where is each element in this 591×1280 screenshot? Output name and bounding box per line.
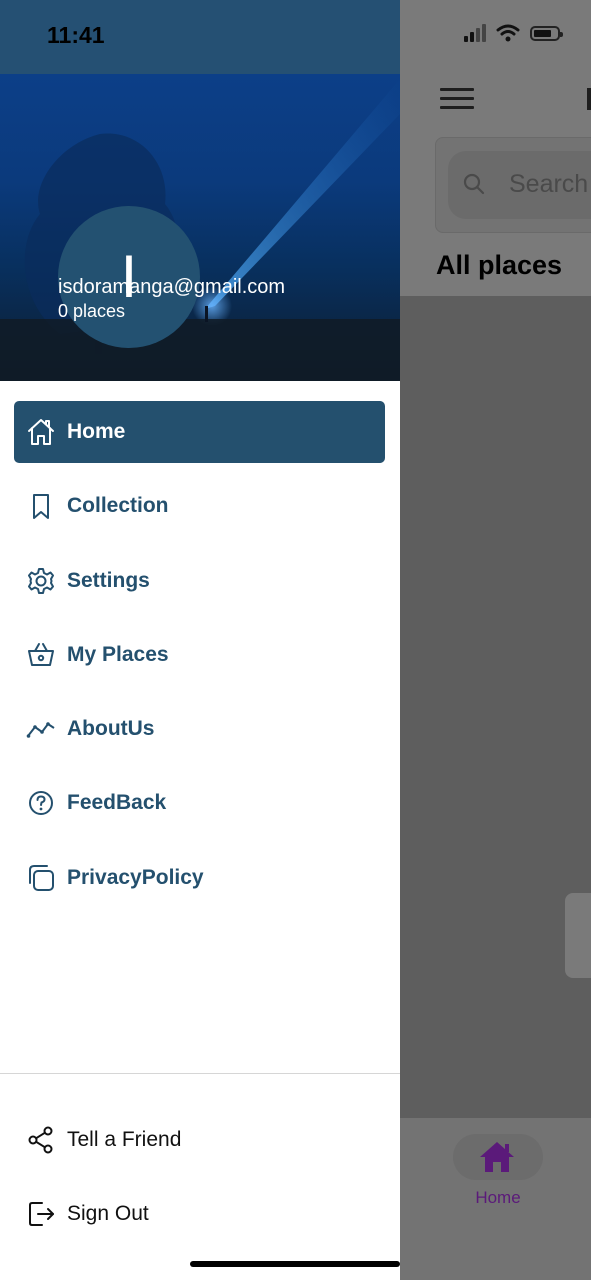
menu-item-label: PrivacyPolicy xyxy=(67,865,204,889)
status-icons xyxy=(464,24,563,42)
basket-icon xyxy=(28,642,54,666)
status-time: 11:41 xyxy=(47,22,105,48)
bookmark-icon xyxy=(33,494,49,520)
menu-item-privacy-policy[interactable]: PrivacyPolicy xyxy=(14,847,385,909)
copy-icon xyxy=(29,864,54,891)
tell-a-friend-button[interactable]: Tell a Friend xyxy=(26,1125,181,1155)
search-icon xyxy=(463,173,485,195)
wifi-icon xyxy=(496,24,520,42)
tab-home-label[interactable]: Home xyxy=(453,1188,543,1208)
menu-item-label: Collection xyxy=(67,494,169,518)
header-action-icon[interactable] xyxy=(587,88,591,110)
tell-a-friend-label: Tell a Friend xyxy=(67,1128,182,1151)
menu-item-label: My Places xyxy=(67,642,169,666)
drawer-divider xyxy=(0,1073,400,1074)
navigation-drawer: 11:41 I isdoramanga@gmail.com 0 places H… xyxy=(0,0,400,1280)
share-icon xyxy=(28,1126,53,1154)
menu-item-about-us[interactable]: AboutUs xyxy=(14,698,385,760)
menu-item-home[interactable]: Home xyxy=(14,401,385,463)
cellular-signal-icon xyxy=(464,24,486,42)
menu-item-collection[interactable]: Collection xyxy=(14,475,385,537)
floating-action-button[interactable] xyxy=(565,893,591,978)
menu-item-feedback[interactable]: FeedBack xyxy=(14,772,385,834)
trend-line-icon xyxy=(26,722,55,738)
section-title: All places xyxy=(436,250,563,280)
search-placeholder: Search xyxy=(509,170,589,198)
menu-item-settings[interactable]: Settings xyxy=(14,550,385,612)
sign-out-button[interactable]: Sign Out xyxy=(26,1199,149,1229)
user-email: isdoramanga@gmail.com xyxy=(58,276,286,298)
home-icon xyxy=(28,419,54,445)
hamburger-menu-icon[interactable] xyxy=(440,88,474,110)
sign-out-icon xyxy=(29,1202,54,1226)
home-indicator[interactable] xyxy=(190,1261,400,1267)
menu-item-my-places[interactable]: My Places xyxy=(14,624,385,686)
home-tab-icon xyxy=(480,1142,514,1172)
battery-icon xyxy=(530,25,563,41)
places-count: 0 places xyxy=(58,301,126,321)
sign-out-label: Sign Out xyxy=(67,1202,149,1225)
menu-item-label: AboutUs xyxy=(67,717,155,741)
drawer-menu: Home Collection Settings My Places About… xyxy=(14,401,385,921)
drawer-status-bar: 11:41 xyxy=(0,0,400,74)
help-circle-icon xyxy=(29,791,53,816)
menu-item-label: FeedBack xyxy=(67,791,167,815)
menu-item-label: Settings xyxy=(67,568,150,592)
gear-icon xyxy=(28,567,54,594)
menu-item-label: Home xyxy=(67,420,126,443)
header-background-image xyxy=(0,79,400,381)
profile-header: I xyxy=(0,74,400,381)
